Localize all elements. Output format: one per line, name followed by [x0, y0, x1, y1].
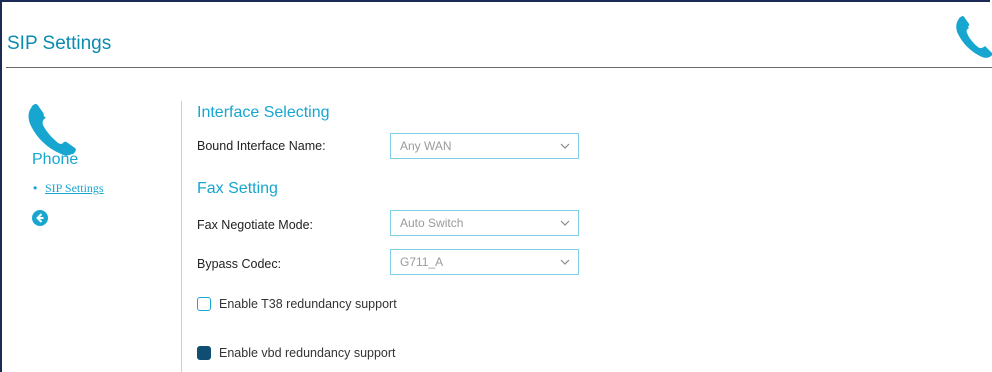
window-frame: [0, 0, 990, 372]
t38-redundancy-label: Enable T38 redundancy support: [219, 297, 397, 311]
vbd-redundancy-checkbox[interactable]: [197, 346, 211, 360]
vbd-redundancy-label: Enable vbd redundancy support: [219, 346, 396, 360]
page-title: SIP Settings: [7, 33, 112, 54]
bypass-codec-select[interactable]: G711_A: [390, 249, 579, 275]
fax-negotiate-value: Auto Switch: [400, 216, 464, 230]
sidebar-title: Phone: [32, 151, 79, 168]
back-arrow-icon: [36, 213, 44, 223]
bullet: •: [33, 181, 38, 195]
bound-interface-label: Bound Interface Name:: [197, 139, 326, 153]
section-title-interface: Interface Selecting: [197, 104, 330, 121]
phone-icon: [28, 103, 76, 156]
chevron-down-icon: [560, 143, 570, 149]
bound-interface-value: Any WAN: [400, 139, 452, 153]
bypass-codec-label: Bypass Codec:: [197, 257, 282, 271]
sidebar-divider: [181, 101, 182, 372]
chevron-down-icon: [560, 259, 570, 265]
bypass-codec-value: G711_A: [400, 255, 444, 269]
fax-negotiate-label: Fax Negotiate Mode:: [197, 218, 314, 232]
fax-negotiate-select[interactable]: Auto Switch: [390, 210, 579, 236]
back-button[interactable]: [32, 210, 48, 226]
title-divider: [6, 67, 992, 68]
t38-redundancy-checkbox[interactable]: [197, 297, 211, 311]
chevron-down-icon: [560, 220, 570, 226]
phone-icon: [956, 16, 992, 58]
sidebar-link-sip-settings[interactable]: SIP Settings: [45, 181, 104, 196]
bound-interface-select[interactable]: Any WAN: [390, 133, 579, 159]
section-title-fax: Fax Setting: [197, 180, 278, 197]
